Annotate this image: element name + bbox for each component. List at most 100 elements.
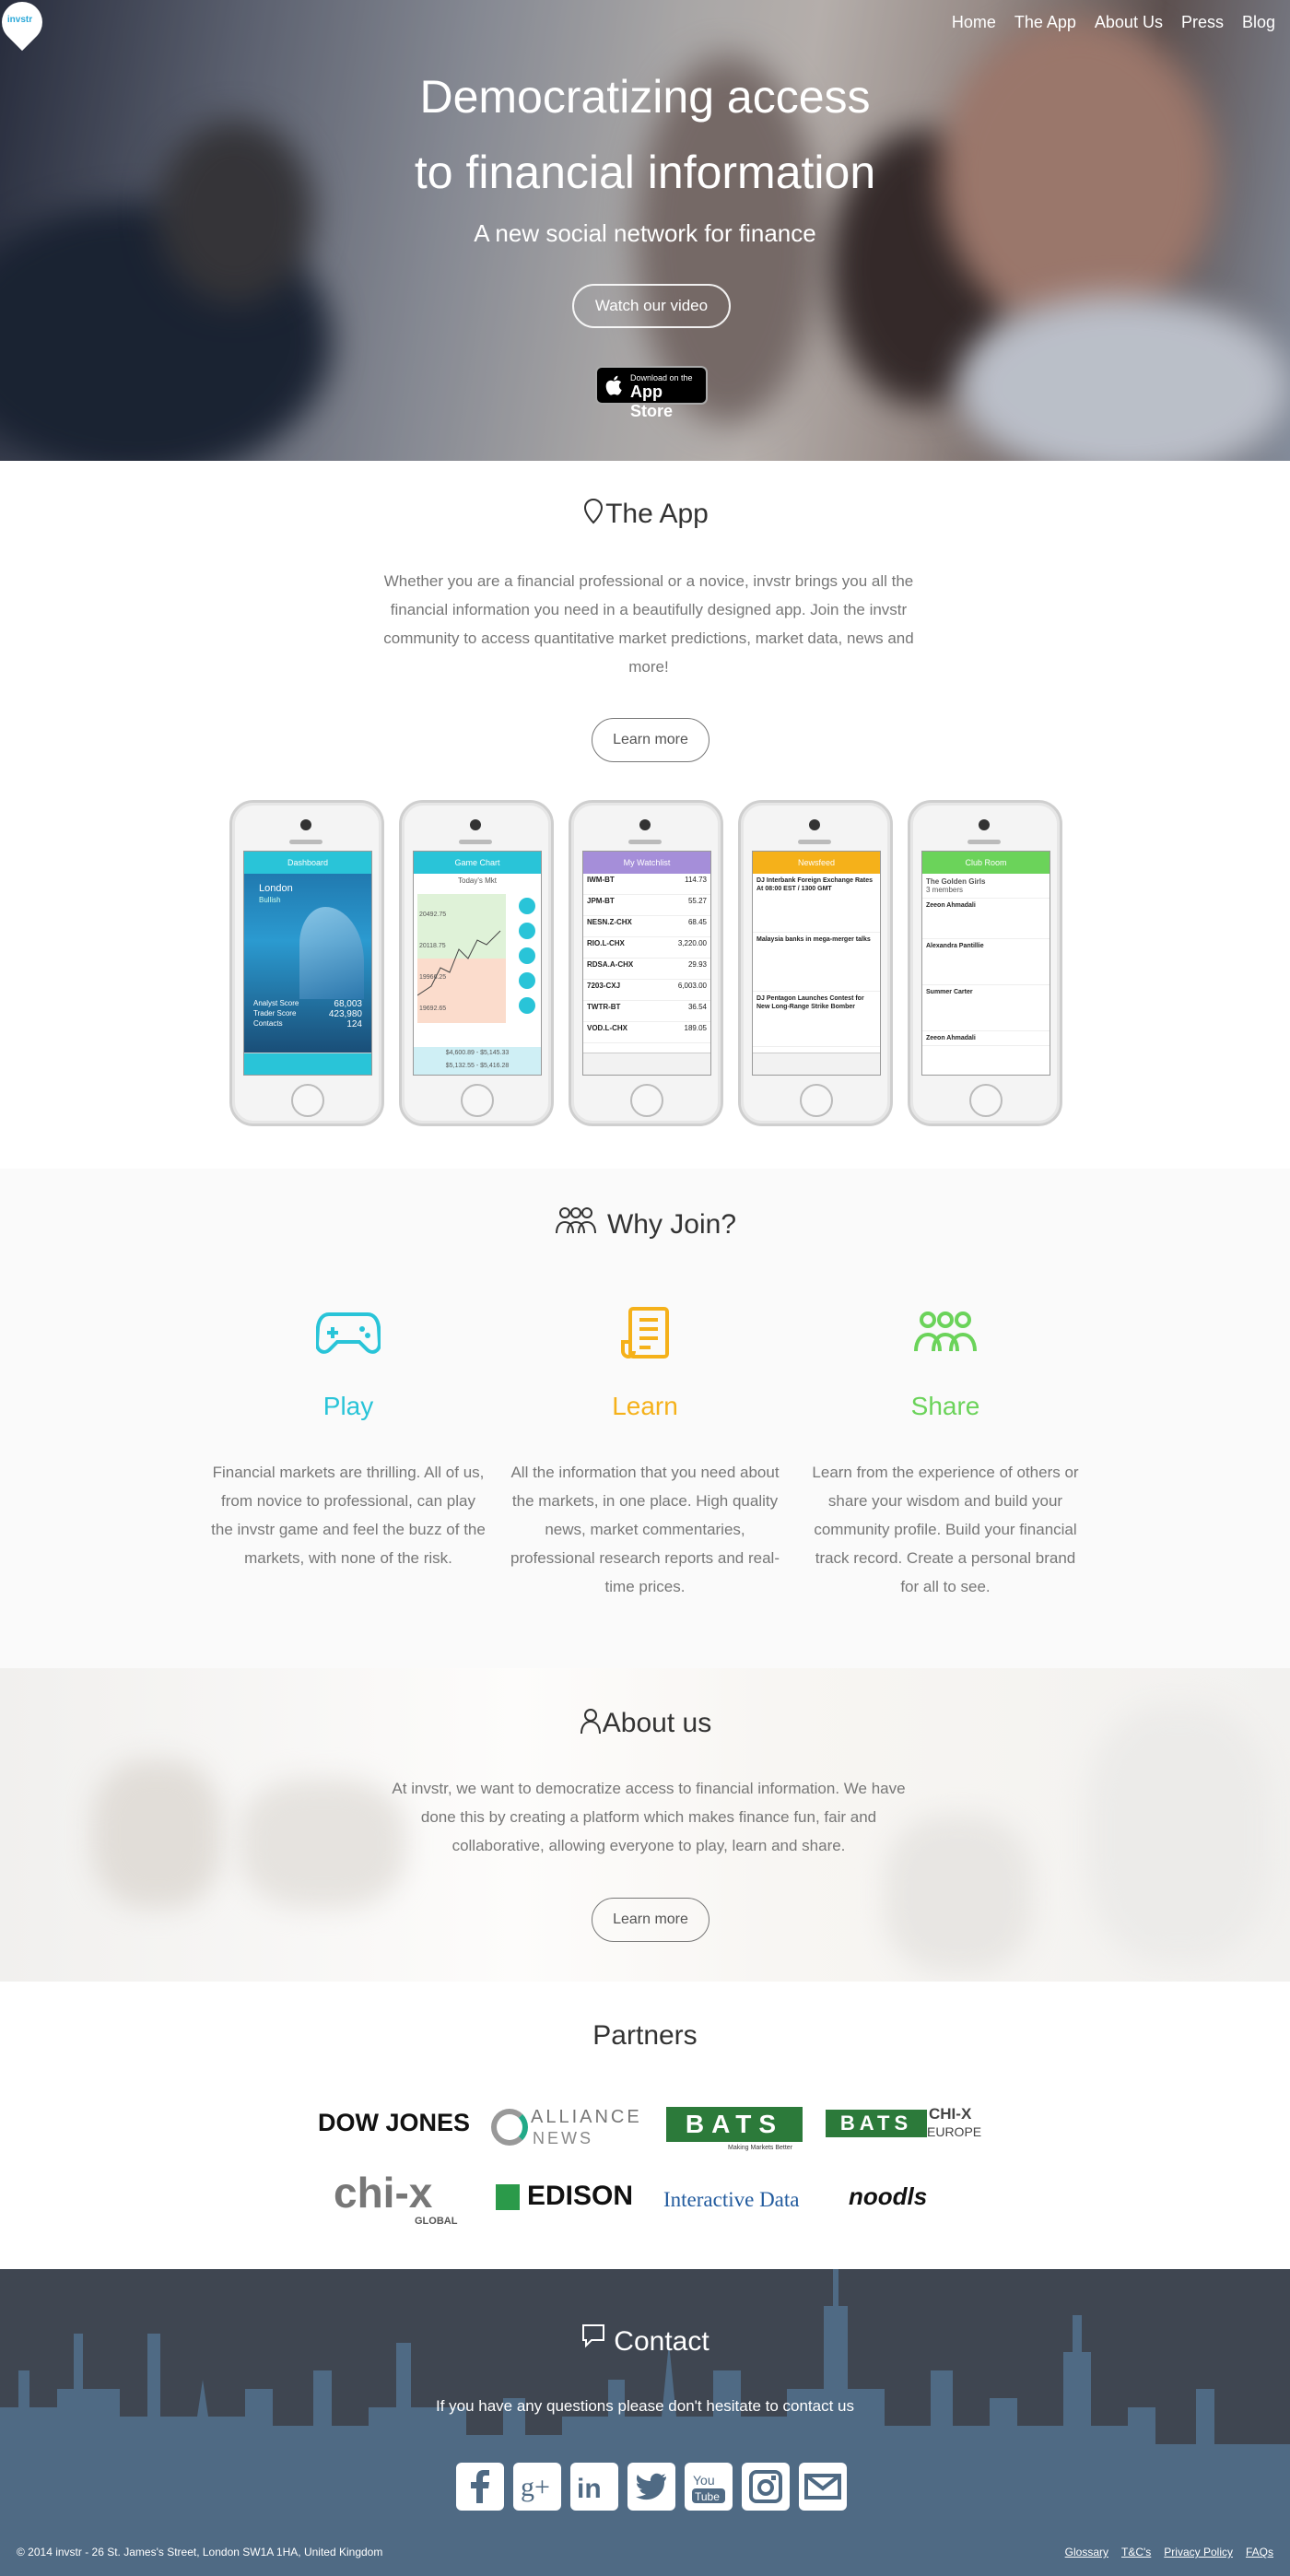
phone-dashboard: Dashboard London Bullish Analyst Score 68… [229,800,384,1126]
ticker: RIO.L-CHX [587,939,625,947]
learn-title: Learn [612,1392,678,1420]
app-section-title: The App [0,498,1290,530]
linkedin-icon[interactable]: in [570,2463,618,2511]
chart-level: 20492.75 [419,912,447,918]
instagram-glyph [749,2470,782,2503]
google-plus-glyph: g+ [521,2472,550,2502]
chat-author: Zeeon Ahmadali [926,902,976,909]
watchlist-row: JPM-BT 55.27 [583,895,710,916]
dashboard-screen: Dashboard London Bullish Analyst Score 68… [243,851,372,1076]
watchlist-row: IWM-BT 114.73 [583,874,710,895]
svg-text:g+: g+ [521,2472,550,2502]
hero-title-line2: to financial information [414,147,876,198]
about-description: At invstr, we want to democratize access… [392,1780,906,1854]
nav-about-us[interactable]: About Us [1095,13,1163,32]
watchlist-rows: IWM-BT 114.73 JPM-BT 55.27 NESN.Z-CHX 68.45 RI… [583,874,710,1043]
watch-video-button[interactable]: Watch our video [572,284,731,328]
top-nav: Home The App About Us Press Blog [952,13,1275,32]
phone-home-button [291,1084,324,1117]
europe-logo-text: EUROPE [927,2124,982,2139]
svg-text:Tube: Tube [695,2490,720,2503]
chat-author: Summer Carter [926,989,973,995]
phone-speaker [798,840,831,844]
range-1: $4,600.89 - $5,145.33 [445,1050,510,1056]
learn-text: All the information that you need about … [510,1464,780,1595]
facebook-icon[interactable] [456,2463,504,2511]
interactive-data-logo[interactable]: Interactive Data [663,2188,800,2212]
noodls-logo[interactable]: noodls [849,2182,927,2211]
youtube-icon[interactable]: You Tube [685,2463,733,2511]
game-chart-screen: Game Chart Today's Mkt 20492.75 20118.75… [413,851,542,1076]
edison-logo[interactable]: EDISON [527,2181,633,2212]
nav-home[interactable]: Home [952,13,996,32]
nav-press[interactable]: Press [1181,13,1224,32]
dashboard-subcity: Bullish [259,896,281,904]
phone-home-button [800,1084,833,1117]
why-title-text: Why Join? [606,1209,737,1240]
youtube-glyph: You Tube [692,2473,725,2503]
phone-camera [300,819,311,830]
chat-item: Alexandra Pantillie [922,939,1050,985]
screen-title: Newsfeed [753,852,880,874]
watchlist-row: RIO.L-CHX 3,220.00 [583,937,710,959]
price: 29.93 [687,960,707,969]
phone-home-button [969,1084,1003,1117]
app-store-badge[interactable]: Download on the App Store [595,366,708,420]
alliance-logo-text[interactable]: ALLIANCE [531,2107,642,2128]
news-headline: DJ Pentagon Launches Contest for New Lon… [756,995,864,1010]
price: 189.05 [684,1024,707,1032]
global-logo-text: GLOBAL [415,2216,458,2227]
phone-camera [470,819,481,830]
chi-x-global-logo[interactable]: chi-x [334,2168,432,2217]
footer-link-faqs[interactable]: FAQs [1246,2546,1273,2558]
email-icon[interactable] [799,2463,847,2511]
range-2: $5,132.55 - $5,416.28 [445,1063,510,1069]
about-blur-shape [1087,1705,1272,1963]
chat-author: Zeeon Ahmadali [926,1035,976,1041]
price: 68.45 [687,918,707,926]
about-learn-more-button[interactable]: Learn more [592,1898,710,1942]
city-skyline-illustration [0,2269,1238,2576]
ticker: VOD.L-CHX [587,1024,627,1032]
alliance-news-logo-mark [491,2109,528,2146]
phone-camera [979,819,990,830]
dow-jones-logo[interactable]: DOW JONES [318,2109,470,2137]
tab-bar [583,1053,710,1075]
bats-logo[interactable]: BATS [666,2107,803,2142]
chart-subtitle: Today's Mkt [458,876,497,885]
ticker: NESN.Z-CHX [587,918,632,926]
instagram-icon[interactable] [742,2463,790,2511]
appstore-line2: App Store [630,382,674,420]
phone-speaker [459,840,492,844]
svg-text:in: in [577,2474,602,2504]
watchlist-row: 7203-CXJ 6,003.00 [583,980,710,1001]
stat-label: Analyst Score [253,999,299,1007]
ticker: 7203-CXJ [587,982,621,990]
phone-speaker [628,840,662,844]
stat-value: 423,980 [328,1009,362,1019]
tab-bar [753,1053,880,1075]
bet-button [519,898,535,914]
gamepad-icon [316,1312,381,1354]
chat-item: Zeeon Ahmadali [922,1031,1050,1046]
footer-links: Glossary T&C's Privacy Policy FAQs [1065,2546,1273,2558]
news-item: DJ Interbank Foreign Exchange Rates At 0… [753,874,880,933]
footer-link-privacy[interactable]: Privacy Policy [1164,2546,1233,2558]
footer-link-terms[interactable]: T&C's [1121,2546,1151,2558]
nav-blog[interactable]: Blog [1242,13,1275,32]
building-image [299,907,364,999]
nav-the-app[interactable]: The App [1014,13,1076,32]
bats-chix-logo[interactable]: BATS [826,2110,927,2137]
chix-logo-text: CHI-X [929,2105,972,2123]
twitter-icon[interactable] [627,2463,675,2511]
stat-value: 124 [346,1019,362,1029]
people-icon [914,1312,977,1352]
app-learn-more-button[interactable]: Learn more [592,718,710,762]
chart-level: 20118.75 [419,943,446,949]
ticker: RDSA.A-CHX [587,960,634,969]
google-plus-icon[interactable]: g+ [513,2463,561,2511]
price: 6,003.00 [677,982,707,990]
document-icon [621,1307,669,1359]
footer-link-glossary[interactable]: Glossary [1065,2546,1108,2558]
phone-speaker [968,840,1001,844]
